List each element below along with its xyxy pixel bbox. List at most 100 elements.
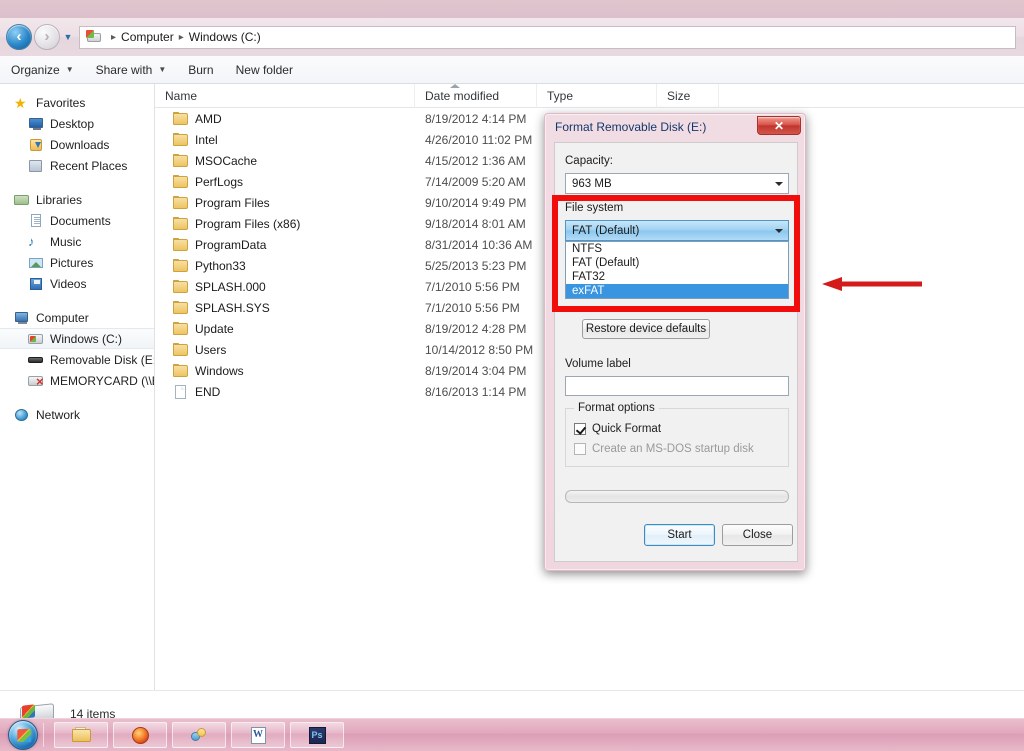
chevron-down-icon[interactable] <box>770 174 788 193</box>
sidebar-group-network[interactable]: Network <box>0 404 154 425</box>
file-name-cell[interactable]: SPLASH.SYS <box>155 300 415 315</box>
restore-device-defaults-label: Restore device defaults <box>585 323 707 335</box>
close-button-label: Close <box>742 529 773 541</box>
sort-ascending-icon <box>450 84 460 88</box>
forward-button[interactable]: › <box>34 24 60 50</box>
folder-icon <box>173 342 188 357</box>
sidebar-item-memorycard[interactable]: MEMORYCARD (\\E <box>0 370 154 391</box>
toolbar-share-with-label: Share with <box>95 62 153 77</box>
file-date-modified-cell: 7/1/2010 5:56 PM <box>425 300 520 315</box>
back-button[interactable]: ‹ <box>6 24 32 50</box>
volume-label-input[interactable] <box>565 376 789 396</box>
taskbar[interactable] <box>0 718 1024 751</box>
recent-places-icon <box>28 158 44 174</box>
address-bar: ‹ › ▼ ▸ Computer ▸ Windows (C:) <box>0 18 1024 56</box>
msdos-startup-checkbox <box>574 443 586 455</box>
file-name-cell[interactable]: Intel <box>155 132 415 147</box>
taskbar-divider <box>43 723 44 747</box>
folder-icon <box>173 174 188 189</box>
paint-icon <box>190 726 209 745</box>
file-date-modified-cell: 8/16/2013 1:14 PM <box>425 384 527 399</box>
close-icon[interactable]: ✕ <box>757 116 801 135</box>
breadcrumb-computer[interactable]: Computer <box>121 30 174 44</box>
column-header-size[interactable]: Size <box>657 83 719 108</box>
column-header-name[interactable]: Name <box>155 83 415 108</box>
recent-pages-dropdown-icon[interactable]: ▼ <box>61 27 75 47</box>
column-header-type[interactable]: Type <box>537 83 657 108</box>
file-name-cell[interactable]: Update <box>155 321 415 336</box>
format-progress-bar <box>565 490 789 503</box>
capacity-dropdown[interactable]: 963 MB <box>565 173 789 194</box>
msdos-startup-label: Create an MS-DOS startup disk <box>592 443 754 455</box>
firefox-icon <box>131 726 150 745</box>
navigation-pane[interactable]: ★ Favorites Desktop Downloads Recent Pla… <box>0 84 155 690</box>
sidebar-item-pictures[interactable]: Pictures <box>0 252 154 273</box>
file-name-cell[interactable]: END <box>155 384 415 399</box>
sidebar-item-downloads[interactable]: Downloads <box>0 134 154 155</box>
taskbar-button-windows-explorer[interactable] <box>54 722 108 748</box>
sidebar-item-removable-disk-e[interactable]: Removable Disk (E:) <box>0 349 154 370</box>
sidebar-item-documents[interactable]: Documents <box>0 210 154 231</box>
file-name-cell[interactable]: MSOCache <box>155 153 415 168</box>
file-name-cell[interactable]: ProgramData <box>155 237 415 252</box>
file-date-modified-cell: 8/19/2012 4:14 PM <box>425 111 527 126</box>
sidebar-group-computer[interactable]: Computer <box>0 307 154 328</box>
file-system-dropdown[interactable]: FAT (Default) <box>565 220 789 241</box>
sidebar-label-recent-places: Recent Places <box>50 158 128 173</box>
toolbar-burn-button[interactable]: Burn <box>177 59 224 81</box>
file-name-cell[interactable]: Windows <box>155 363 415 378</box>
chevron-down-icon[interactable] <box>770 221 788 240</box>
back-arrow-icon: ‹ <box>16 28 22 45</box>
toolbar-organize-button[interactable]: Organize ▼ <box>0 59 85 81</box>
videos-icon <box>28 276 44 292</box>
file-name-cell[interactable]: AMD <box>155 111 415 126</box>
sidebar-item-music[interactable]: ♪ Music <box>0 231 154 252</box>
file-name-cell[interactable]: Users <box>155 342 415 357</box>
sidebar-label-pictures: Pictures <box>50 255 94 270</box>
file-name-label: SPLASH.SYS <box>195 300 270 315</box>
toolbar-new-folder-button[interactable]: New folder <box>225 59 304 81</box>
sidebar-item-recent-places[interactable]: Recent Places <box>0 155 154 176</box>
sidebar-item-videos[interactable]: Videos <box>0 273 154 294</box>
file-name-cell[interactable]: PerfLogs <box>155 174 415 189</box>
dialog-title-bar[interactable]: Format Removable Disk (E:) ✕ <box>545 114 805 140</box>
taskbar-button-paint[interactable] <box>172 722 226 748</box>
sidebar-group-favorites[interactable]: ★ Favorites <box>0 92 154 113</box>
file-date-modified-cell: 7/1/2010 5:56 PM <box>425 279 520 294</box>
file-name-cell[interactable]: Program Files <box>155 195 415 210</box>
column-header-date-modified[interactable]: Date modified <box>415 83 537 108</box>
taskbar-button-word[interactable] <box>231 722 285 748</box>
quick-format-checkbox[interactable] <box>574 423 586 435</box>
file-name-cell[interactable]: Program Files (x86) <box>155 216 415 231</box>
sidebar-group-libraries[interactable]: Libraries <box>0 189 154 210</box>
breadcrumb-windows-c[interactable]: Windows (C:) <box>189 30 261 44</box>
option-fat-default[interactable]: FAT (Default) <box>566 256 788 270</box>
sidebar-label-desktop: Desktop <box>50 116 95 131</box>
sidebar-item-desktop[interactable]: Desktop <box>0 113 154 134</box>
hard-drive-icon <box>28 331 44 347</box>
pictures-icon <box>28 255 44 271</box>
file-icon <box>173 384 188 399</box>
taskbar-button-photoshop[interactable] <box>290 722 344 748</box>
file-name-label: Program Files <box>195 195 270 210</box>
toolbar-share-with-button[interactable]: Share with ▼ <box>85 59 178 81</box>
file-name-cell[interactable]: SPLASH.000 <box>155 279 415 294</box>
option-fat32[interactable]: FAT32 <box>566 270 788 284</box>
format-removable-disk-dialog[interactable]: Format Removable Disk (E:) ✕ Capacity: 9… <box>544 113 806 571</box>
file-system-options-list[interactable]: NTFS FAT (Default) FAT32 exFAT <box>565 241 789 299</box>
restore-device-defaults-button[interactable]: Restore device defaults <box>582 319 710 339</box>
file-name-cell[interactable]: Python33 <box>155 258 415 273</box>
word-icon <box>249 726 268 745</box>
start-button[interactable]: Start <box>644 524 715 546</box>
breadcrumb-bar[interactable]: ▸ Computer ▸ Windows (C:) <box>79 25 1016 49</box>
file-name-label: Python33 <box>195 258 246 273</box>
close-button[interactable]: Close <box>722 524 793 546</box>
option-ntfs[interactable]: NTFS <box>566 242 788 256</box>
taskbar-button-firefox[interactable] <box>113 722 167 748</box>
capacity-value: 963 MB <box>572 177 612 190</box>
option-exfat[interactable]: exFAT <box>566 284 788 298</box>
start-button[interactable] <box>8 720 38 750</box>
explorer-content: ★ Favorites Desktop Downloads Recent Pla… <box>0 83 1024 690</box>
sidebar-item-windows-c[interactable]: Windows (C:) <box>0 328 154 349</box>
quick-format-row[interactable]: Quick Format <box>574 423 661 435</box>
